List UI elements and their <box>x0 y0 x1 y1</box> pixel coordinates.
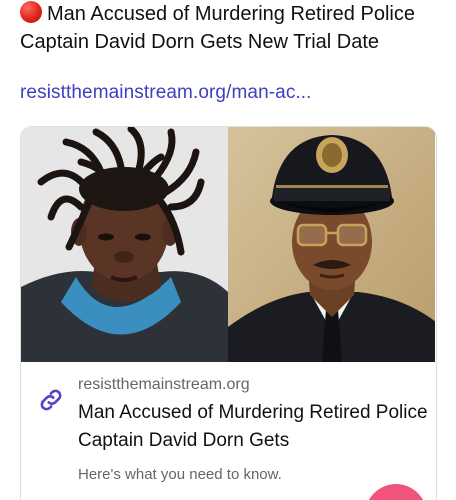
link-preview-card[interactable]: resistthemainstream.org Man Accused of M… <box>20 126 437 500</box>
post: Man Accused of Murdering Retired Police … <box>0 0 456 500</box>
headline-text: Man Accused of Murdering Retired Police … <box>20 3 415 53</box>
link-icon <box>40 389 62 411</box>
post-headline: Man Accused of Murdering Retired Police … <box>20 0 445 56</box>
suspect-mugshot-image <box>21 127 228 362</box>
red-circle-icon <box>20 1 42 23</box>
preview-images <box>21 127 436 362</box>
post-link[interactable]: resistthemainstream.org/man-ac... <box>20 82 312 104</box>
police-captain-image <box>228 127 435 362</box>
card-title[interactable]: Man Accused of Murdering Retired Police … <box>78 399 428 455</box>
card-domain: resistthemainstream.org <box>78 376 250 393</box>
card-body: resistthemainstream.org Man Accused of M… <box>21 362 436 500</box>
card-description: Here's what you need to know. <box>78 466 282 483</box>
